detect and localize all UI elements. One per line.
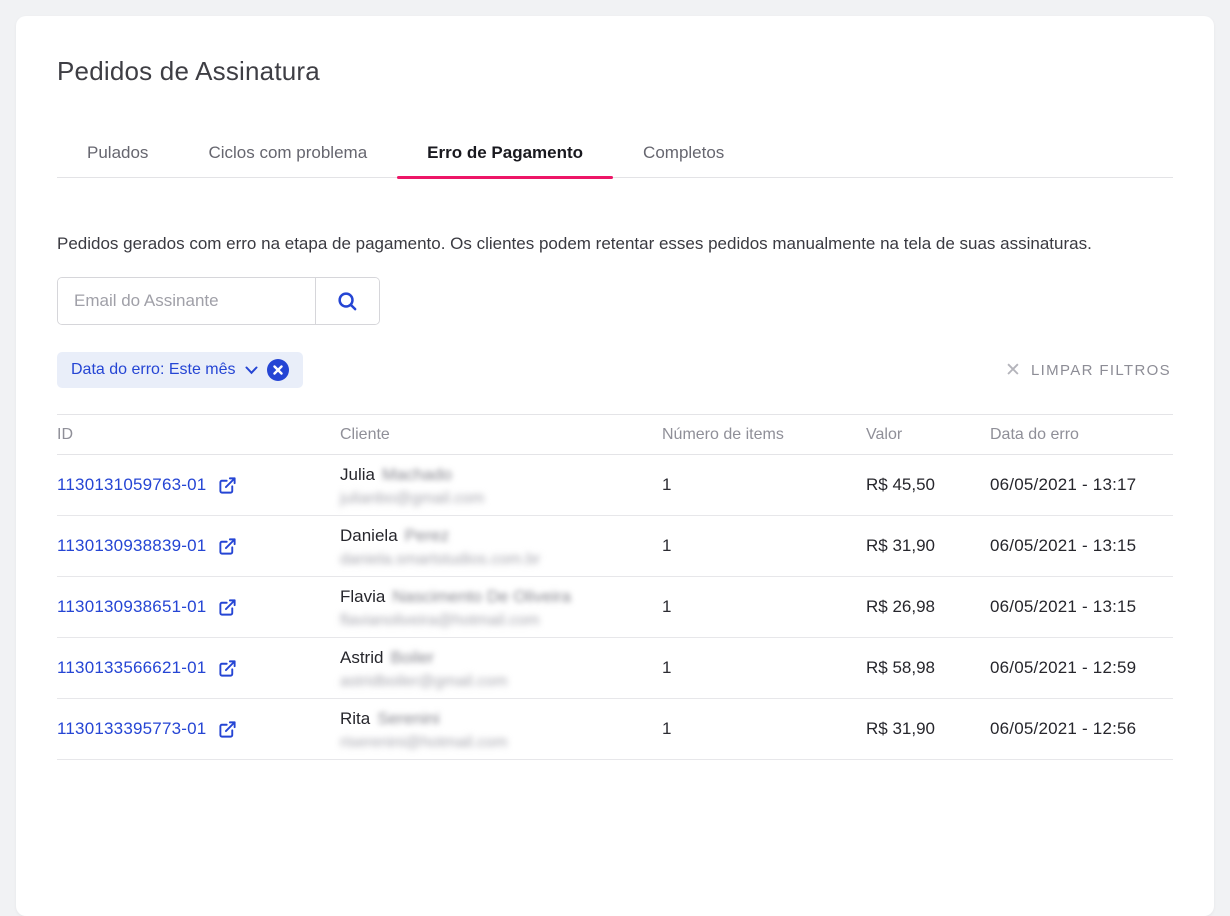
table-row: 1130130938839-01 Daniela Perez da <box>57 516 1173 577</box>
client-cell: Flavia Nascimento De Oliveira flavianoli… <box>340 585 662 630</box>
client-first-name: Daniela <box>340 526 398 545</box>
error-date: 06/05/2021 - 12:59 <box>990 658 1173 678</box>
order-id-cell: 1130131059763-01 <box>57 475 340 495</box>
column-header-items: Número de items <box>662 426 866 444</box>
client-first-name: Rita <box>340 709 370 728</box>
order-value: R$ 45,50 <box>866 475 990 495</box>
external-link-icon[interactable] <box>218 598 237 617</box>
order-id-link[interactable]: 1130131059763-01 <box>57 475 206 495</box>
order-id-link[interactable]: 1130130938839-01 <box>57 536 206 556</box>
external-link-icon[interactable] <box>218 720 237 739</box>
order-id-cell: 1130130938651-01 <box>57 597 340 617</box>
client-cell: Astrid Boiler astridboiler@gmail.com <box>340 646 662 691</box>
table-header-row: ID Cliente Número de items Valor Data do… <box>57 414 1173 455</box>
client-first-name: Flavia <box>340 587 385 606</box>
error-date: 06/05/2021 - 13:17 <box>990 475 1173 495</box>
order-id-link[interactable]: 1130130938651-01 <box>57 597 206 617</box>
client-email-blurred: flavianoliveira@hotmail.com <box>340 611 662 630</box>
tabbar: Pulados Ciclos com problema Erro de Paga… <box>57 143 1173 178</box>
subscription-orders-card: Pedidos de Assinatura Pulados Ciclos com… <box>16 16 1214 916</box>
tab-description: Pedidos gerados com erro na etapa de pag… <box>57 230 1173 258</box>
payment-errors-table: ID Cliente Número de items Valor Data do… <box>57 414 1173 760</box>
tab-label: Pulados <box>87 143 148 162</box>
table-row: 1130131059763-01 Julia Machado ju <box>57 455 1173 516</box>
table-row: 1130133566621-01 Astrid Boiler as <box>57 638 1173 699</box>
client-cell: Julia Machado julianbo@gmail.com <box>340 463 662 508</box>
error-date: 06/05/2021 - 12:56 <box>990 719 1173 739</box>
search-button[interactable] <box>315 278 379 324</box>
order-id-cell: 1130133566621-01 <box>57 658 340 678</box>
client-email-blurred: daniela.smartstudios.com.br <box>340 550 662 569</box>
clear-filters-button[interactable]: ✕ LIMPAR FILTROS <box>1005 361 1171 380</box>
tab-label: Completos <box>643 143 724 162</box>
column-header-cliente: Cliente <box>340 426 662 444</box>
close-icon: ✕ <box>1005 361 1021 380</box>
order-value: R$ 31,90 <box>866 719 990 739</box>
table-row: 1130133395773-01 Rita Serenini ri <box>57 699 1173 760</box>
clear-filters-label: LIMPAR FILTROS <box>1031 362 1171 379</box>
order-value: R$ 58,98 <box>866 658 990 678</box>
remove-filter-icon[interactable] <box>267 359 289 381</box>
error-date: 06/05/2021 - 13:15 <box>990 597 1173 617</box>
external-link-icon[interactable] <box>218 659 237 678</box>
column-header-data-erro: Data do erro <box>990 426 1173 444</box>
tab[interactable]: Ciclos com problema <box>178 143 397 177</box>
client-last-name-blurred: Machado <box>382 465 452 484</box>
order-id-link[interactable]: 1130133395773-01 <box>57 719 206 739</box>
client-name: Rita Serenini <box>340 709 662 728</box>
external-link-icon[interactable] <box>218 476 237 495</box>
items-count: 1 <box>662 597 866 617</box>
tab-label: Ciclos com problema <box>208 143 367 162</box>
items-count: 1 <box>662 475 866 495</box>
error-date: 06/05/2021 - 13:15 <box>990 536 1173 556</box>
client-cell: Daniela Perez daniela.smartstudios.com.b… <box>340 524 662 569</box>
tab[interactable]: Erro de Pagamento <box>397 143 613 177</box>
table-row: 1130130938651-01 Flavia Nascimento De Ol… <box>57 577 1173 638</box>
tab[interactable]: Completos <box>613 143 754 177</box>
search-icon <box>336 290 359 313</box>
tab-label: Erro de Pagamento <box>427 143 583 162</box>
client-last-name-blurred: Nascimento De Oliveira <box>392 587 571 606</box>
client-last-name-blurred: Perez <box>405 526 449 545</box>
filter-chip-label: Data do erro: Este mês <box>71 361 236 379</box>
chevron-down-icon <box>245 366 258 375</box>
client-cell: Rita Serenini riserenini@hotmail.com <box>340 707 662 752</box>
items-count: 1 <box>662 719 866 739</box>
client-name: Flavia Nascimento De Oliveira <box>340 587 662 606</box>
order-id-link[interactable]: 1130133566621-01 <box>57 658 206 678</box>
order-value: R$ 31,90 <box>866 536 990 556</box>
column-header-id: ID <box>57 426 340 444</box>
external-link-icon[interactable] <box>218 537 237 556</box>
client-email-blurred: astridboiler@gmail.com <box>340 672 662 691</box>
column-header-valor: Valor <box>866 426 990 444</box>
client-email-blurred: julianbo@gmail.com <box>340 489 662 508</box>
subscriber-email-search <box>57 277 380 325</box>
client-name: Daniela Perez <box>340 526 662 545</box>
client-first-name: Julia <box>340 465 375 484</box>
order-id-cell: 1130130938839-01 <box>57 536 340 556</box>
client-last-name-blurred: Serenini <box>377 709 439 728</box>
items-count: 1 <box>662 658 866 678</box>
client-name: Julia Machado <box>340 465 662 484</box>
client-name: Astrid Boiler <box>340 648 662 667</box>
client-last-name-blurred: Boiler <box>390 648 433 667</box>
client-first-name: Astrid <box>340 648 383 667</box>
filter-row: Data do erro: Este mês ✕ LIMPAR FILTROS <box>57 352 1173 388</box>
client-email-blurred: riserenini@hotmail.com <box>340 733 662 752</box>
order-value: R$ 26,98 <box>866 597 990 617</box>
error-date-filter-chip[interactable]: Data do erro: Este mês <box>57 352 303 388</box>
order-id-cell: 1130133395773-01 <box>57 719 340 739</box>
search-input[interactable] <box>58 278 315 324</box>
tab[interactable]: Pulados <box>57 143 178 177</box>
page-title: Pedidos de Assinatura <box>57 56 1173 87</box>
items-count: 1 <box>662 536 866 556</box>
